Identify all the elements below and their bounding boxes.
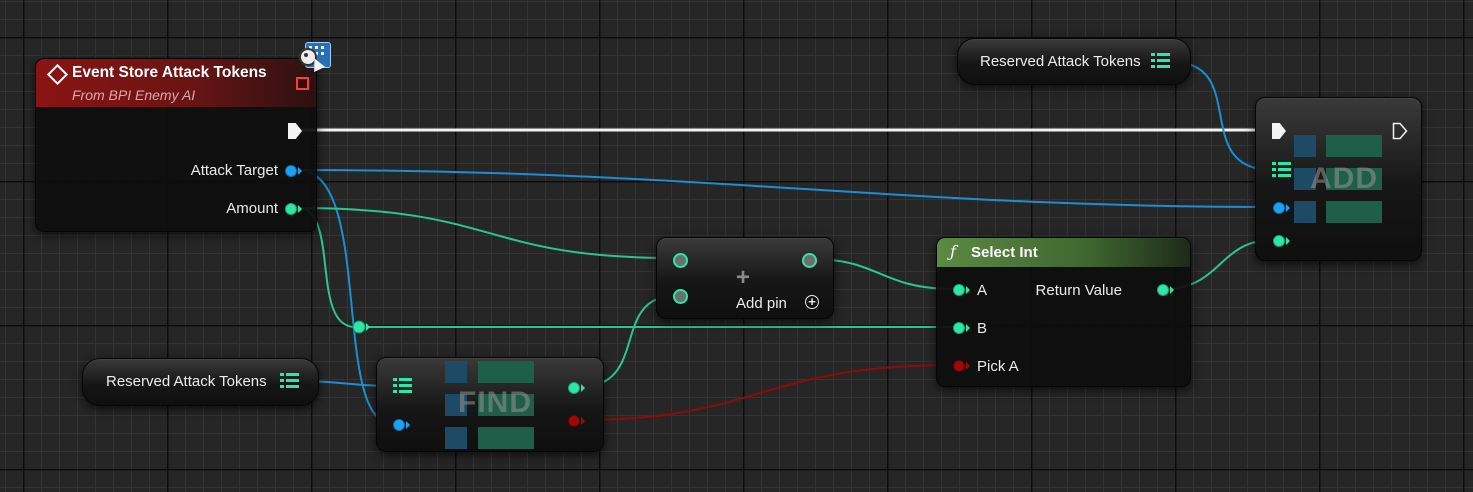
event-node-subtitle: From BPI Enemy AI	[72, 87, 196, 103]
attack-target-pin-arrow	[298, 167, 302, 175]
select-b-label: B	[977, 320, 988, 337]
reroute-knot[interactable]	[352, 320, 366, 334]
find-item-pin[interactable]	[393, 419, 405, 431]
function-icon: ƒ	[950, 242, 956, 261]
reserved-attack-tokens-bottom-label: Reserved Attack Tokens	[106, 373, 267, 390]
find-target-array-pin[interactable]	[393, 378, 413, 396]
wire-attack-target-to-add	[297, 169, 1273, 208]
add-index-out-pin[interactable]	[1273, 235, 1285, 247]
plus-result-pin[interactable]	[802, 253, 817, 268]
select-b-pin[interactable]	[953, 322, 965, 334]
find-index-out-pin[interactable]	[568, 382, 580, 394]
add-item-pin[interactable]	[1273, 202, 1285, 214]
find-found-out-pin[interactable]	[568, 415, 580, 427]
reserved-attack-tokens-getter-top[interactable]: Reserved Attack Tokens	[957, 38, 1191, 85]
event-store-attack-tokens-node[interactable]: Event Store Attack Tokens From BPI Enemy…	[35, 58, 317, 232]
select-a-label: A	[977, 282, 988, 299]
find-item-pin-arrow	[406, 421, 410, 429]
select-int-title: Select Int	[971, 244, 1038, 261]
find-found-out-pin-arrow	[581, 417, 585, 425]
amount-pin[interactable]	[285, 203, 297, 215]
array-add-node[interactable]: ADD	[1255, 97, 1422, 261]
reserved-attack-tokens-getter-bottom[interactable]: Reserved Attack Tokens	[82, 358, 319, 406]
reserved-attack-tokens-top-label: Reserved Attack Tokens	[980, 53, 1141, 70]
wire-amount-to-plus	[297, 207, 676, 259]
array-icon[interactable]	[1151, 53, 1171, 71]
select-int-node[interactable]: ƒ Select Int A B Pick A Return Value	[936, 237, 1191, 387]
select-a-pin-arrow	[966, 286, 970, 294]
select-a-pin[interactable]	[953, 284, 965, 296]
plus-operator-glyph: +	[736, 264, 751, 291]
reroute-knot-arrow	[366, 323, 370, 331]
amount-pin-label: Amount	[226, 200, 278, 217]
add-pin-icon[interactable]: +	[805, 295, 819, 309]
find-index-out-pin-arrow	[581, 384, 585, 392]
integer-add-node[interactable]: + Add pin +	[656, 237, 834, 319]
array-find-node[interactable]: FIND	[376, 357, 604, 452]
select-pick-a-label: Pick A	[977, 358, 1019, 375]
array-icon[interactable]	[280, 373, 300, 391]
add-target-array-pin[interactable]	[1272, 162, 1292, 180]
attack-target-pin[interactable]	[285, 165, 297, 177]
add-pin-label[interactable]: Add pin	[736, 295, 787, 312]
attack-target-pin-label: Attack Target	[190, 162, 278, 179]
add-exec-in-pin[interactable]	[1272, 123, 1286, 139]
find-node-title: FIND	[458, 386, 532, 419]
select-b-pin-arrow	[966, 324, 970, 332]
select-return-value-label: Return Value	[1035, 282, 1122, 299]
add-item-pin-arrow	[1286, 204, 1290, 212]
select-return-value-pin[interactable]	[1157, 284, 1169, 296]
plus-a-pin[interactable]	[673, 253, 688, 268]
add-exec-out-pin[interactable]	[1392, 122, 1408, 140]
select-pick-a-pin[interactable]	[953, 360, 965, 372]
add-index-out-pin-arrow	[1286, 237, 1290, 245]
event-exec-out-pin[interactable]	[288, 123, 302, 139]
interface-badge-icon	[297, 40, 331, 72]
event-node-title: Event Store Attack Tokens	[72, 64, 267, 81]
select-pick-a-pin-arrow	[966, 362, 970, 370]
select-return-value-pin-arrow	[1170, 286, 1174, 294]
amount-pin-arrow	[298, 205, 302, 213]
wire-find-to-pick-a	[579, 364, 956, 421]
delegate-square-icon[interactable]	[296, 77, 309, 90]
plus-b-pin[interactable]	[673, 289, 688, 304]
add-node-title: ADD	[1310, 162, 1378, 195]
